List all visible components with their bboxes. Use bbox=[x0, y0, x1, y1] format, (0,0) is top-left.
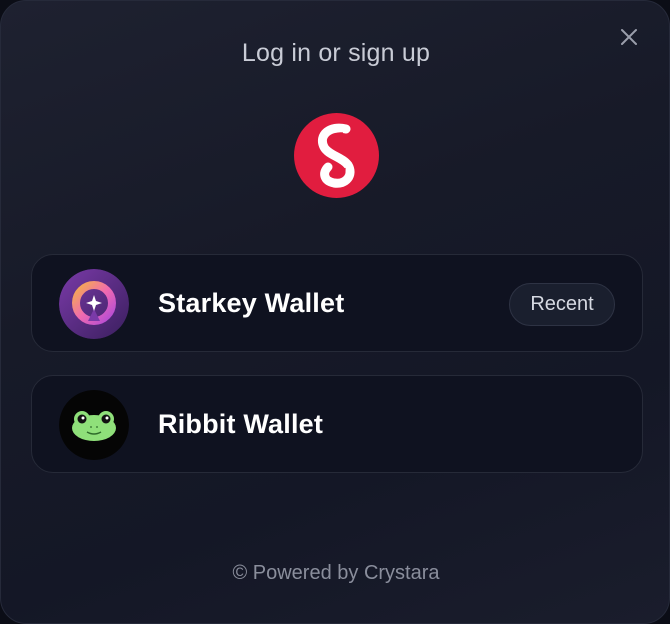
ribbit-wallet-icon bbox=[59, 390, 129, 460]
recent-badge: Recent bbox=[509, 283, 615, 326]
wallet-option-starkey[interactable]: Starkey Wallet Recent bbox=[31, 254, 643, 352]
powered-by-footer: © Powered by Crystara bbox=[232, 562, 440, 584]
login-dialog: Log in or sign up Starkey Wallet Recent … bbox=[0, 0, 670, 624]
crystara-logo-icon bbox=[294, 113, 379, 198]
wallet-label: Ribbit Wallet bbox=[158, 409, 324, 439]
wallet-option-ribbit[interactable]: Ribbit Wallet bbox=[31, 375, 643, 473]
dialog-title: Log in or sign up bbox=[241, 39, 431, 67]
wallet-label: Starkey Wallet bbox=[158, 288, 345, 318]
starkey-wallet-icon bbox=[59, 269, 129, 339]
